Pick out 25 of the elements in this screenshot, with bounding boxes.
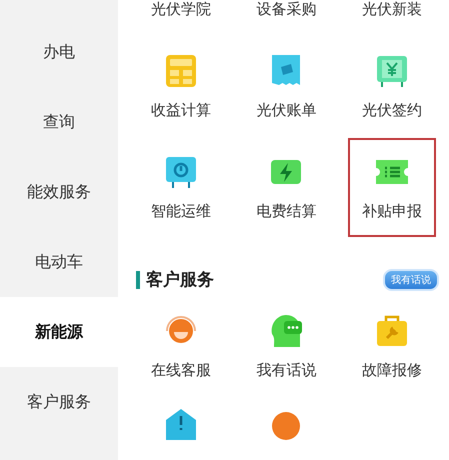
menu-tile[interactable]: 光伏账单 [248, 51, 324, 128]
menu-tile[interactable]: 收益计算 [142, 51, 219, 128]
menu-label[interactable]: 在线客服 [150, 361, 211, 380]
sidebar-item[interactable]: 电动车 [0, 227, 118, 297]
menu-label: 补贴申报 [362, 202, 422, 221]
menu-label: 智能运维 [150, 202, 211, 221]
sidebar-item[interactable]: 客户服务 [0, 367, 118, 437]
menu-label[interactable]: 设备采购 [256, 0, 316, 19]
sidebar-item[interactable]: 能效服务 [0, 157, 118, 227]
menu-label: 光伏账单 [256, 101, 316, 120]
highlighted-menu-tile[interactable]: 补贴申报 [350, 140, 434, 235]
menu-label: 电费结算 [256, 202, 316, 221]
menu-label[interactable]: 光伏新装 [362, 0, 422, 19]
menu-label[interactable]: 光伏学院 [150, 0, 211, 19]
section-title: 客户服务 [136, 271, 214, 289]
sidebar-item[interactable]: 查询 [0, 87, 118, 157]
menu-label: 收益计算 [150, 101, 211, 120]
menu-tile[interactable]: 智能运维 [142, 152, 219, 229]
menu-tile[interactable]: 电费结算 [248, 152, 324, 229]
menu-label: 光伏签约 [362, 101, 422, 120]
menu-label[interactable]: 故障报修 [362, 361, 422, 380]
menu-tile[interactable]: 光伏签约 [354, 51, 430, 128]
menu-label[interactable]: 我有话说 [256, 361, 316, 380]
sidebar-item[interactable]: 新能源 [0, 297, 118, 367]
sidebar-item[interactable]: 办电 [0, 17, 118, 87]
